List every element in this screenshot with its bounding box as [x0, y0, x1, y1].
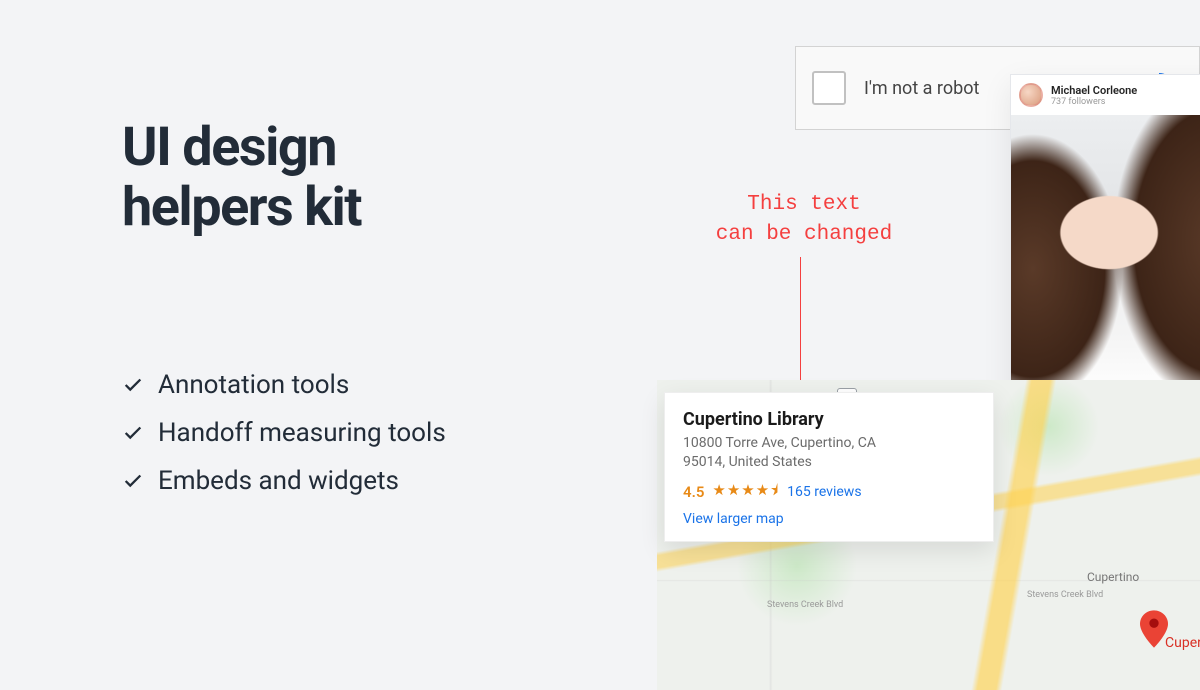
check-icon — [122, 374, 144, 396]
pin-label: Cupert — [1165, 635, 1200, 651]
rating-score: 4.5 — [683, 483, 704, 501]
feature-item-embeds: Embeds and widgets — [122, 466, 446, 496]
feature-item-annotation: Annotation tools — [122, 370, 446, 400]
feature-label: Handoff measuring tools — [158, 418, 446, 448]
road-label: Stevens Creek Blvd — [1027, 590, 1103, 600]
address-line1: 10800 Torre Ave, Cupertino, CA — [683, 435, 876, 451]
instagram-header: Michael Corleone 737 followers — [1011, 75, 1200, 115]
check-icon — [122, 422, 144, 444]
hero-title-line1: UI design — [122, 118, 361, 178]
annotation-line1: This text — [674, 190, 934, 220]
feature-list: Annotation tools Handoff measuring tools… — [122, 370, 446, 514]
annotation-line2: can be changed — [674, 220, 934, 250]
map-info-card: Cupertino Library 10800 Torre Ave, Cuper… — [664, 392, 994, 542]
hero-title-line2: helpers kit — [122, 178, 361, 238]
place-title: Cupertino Library — [683, 409, 975, 430]
instagram-followers: 737 followers — [1051, 97, 1137, 107]
map-pin-icon[interactable] — [1140, 610, 1168, 648]
avatar[interactable] — [1019, 83, 1043, 107]
feature-item-handoff: Handoff measuring tools — [122, 418, 446, 448]
feature-label: Annotation tools — [158, 370, 349, 400]
instagram-photo[interactable] — [1011, 115, 1200, 395]
reviews-link[interactable]: 165 reviews — [787, 484, 861, 500]
check-icon — [122, 470, 144, 492]
rating-row: 4.5 ★★★★⯨ 165 reviews — [683, 480, 975, 505]
address-line2: 95014, United States — [683, 454, 812, 470]
feature-label: Embeds and widgets — [158, 466, 399, 496]
annotation-text[interactable]: This text can be changed — [674, 190, 934, 251]
hero-title: UI design helpers kit — [122, 118, 361, 239]
instagram-username[interactable]: Michael Corleone — [1051, 84, 1137, 97]
recaptcha-checkbox[interactable] — [812, 71, 846, 105]
road-label: Stevens Creek Blvd — [767, 600, 843, 610]
recaptcha-label: I'm not a robot — [864, 78, 979, 99]
place-address: 10800 Torre Ave, Cupertino, CA 95014, Un… — [683, 434, 975, 472]
city-label: Cupertino — [1087, 570, 1139, 584]
view-larger-map-link[interactable]: View larger map — [683, 511, 975, 527]
star-icons: ★★★★⯨ — [712, 480, 779, 505]
